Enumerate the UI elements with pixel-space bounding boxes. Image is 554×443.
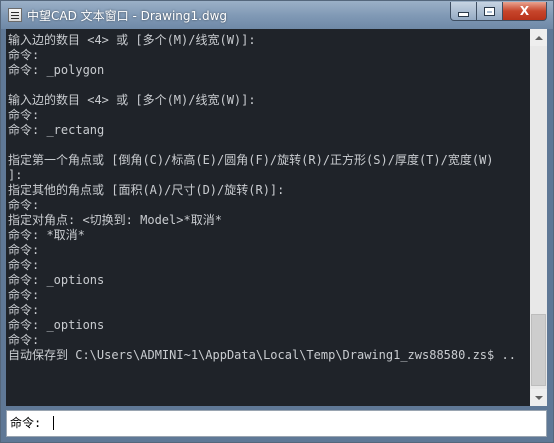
- window-title: 中望CAD 文本窗口 - Drawing1.dwg: [27, 9, 227, 23]
- history-line: 命令:: [8, 333, 40, 347]
- app-icon: [8, 8, 22, 22]
- history-line: 指定其他的角点或 [面积(A)/尺寸(D)/旋转(R)]:: [8, 183, 285, 197]
- history-line: 命令: _rectang: [8, 123, 105, 137]
- command-history[interactable]: 输入边的数目 <4> 或 [多个(M)/线宽(W)]: 命令: 命令: _pol…: [6, 29, 530, 406]
- prompt-label: 命令:: [10, 416, 42, 430]
- history-line: 指定第一个角点或 [倒角(C)/标高(E)/圆角(F)/旋转(R)/正方形(S)…: [8, 153, 494, 167]
- arrow-down-icon: [534, 395, 543, 400]
- history-line: 输入边的数目 <4> 或 [多个(M)/线宽(W)]:: [8, 93, 256, 107]
- command-prompt[interactable]: 命令:: [6, 410, 547, 437]
- maximize-button[interactable]: [477, 2, 503, 21]
- close-button[interactable]: X: [503, 2, 547, 21]
- scroll-down-button[interactable]: [530, 389, 547, 406]
- vertical-scrollbar[interactable]: [530, 29, 547, 406]
- history-line: 指定对角点: <切换到: Model>*取消*: [8, 213, 222, 227]
- history-line: 命令:: [8, 108, 40, 122]
- close-icon: X: [519, 4, 530, 18]
- arrow-up-icon: [534, 35, 543, 40]
- scroll-up-button[interactable]: [530, 29, 547, 46]
- maximize-icon: [484, 6, 495, 16]
- history-line: 命令:: [8, 288, 40, 302]
- command-input[interactable]: [49, 414, 529, 432]
- history-line: 命令: _polygon: [8, 63, 105, 77]
- history-line: 命令: *取消*: [8, 228, 85, 242]
- text-window: 中望CAD 文本窗口 - Drawing1.dwg X 输入边的数目 <4> 或…: [0, 0, 554, 443]
- history-line: 输入边的数目 <4> 或 [多个(M)/线宽(W)]:: [8, 33, 256, 47]
- history-line: 命令:: [8, 48, 40, 62]
- text-caret: [53, 416, 54, 430]
- history-line: ]:: [8, 168, 23, 182]
- scrollbar-thumb[interactable]: [531, 314, 546, 386]
- title-bar[interactable]: 中望CAD 文本窗口 - Drawing1.dwg X: [1, 1, 553, 29]
- history-line: 命令: _options: [8, 273, 105, 287]
- history-line: 自动保存到 C:\Users\ADMINI~1\AppData\Local\Te…: [8, 348, 516, 362]
- minimize-icon: [458, 12, 469, 17]
- history-line: 命令:: [8, 303, 40, 317]
- minimize-button[interactable]: [450, 2, 477, 21]
- window-controls: X: [450, 2, 547, 21]
- history-line: 命令: _options: [8, 318, 105, 332]
- history-line: 命令:: [8, 243, 40, 257]
- history-line: 命令:: [8, 198, 40, 212]
- history-line: 命令:: [8, 258, 40, 272]
